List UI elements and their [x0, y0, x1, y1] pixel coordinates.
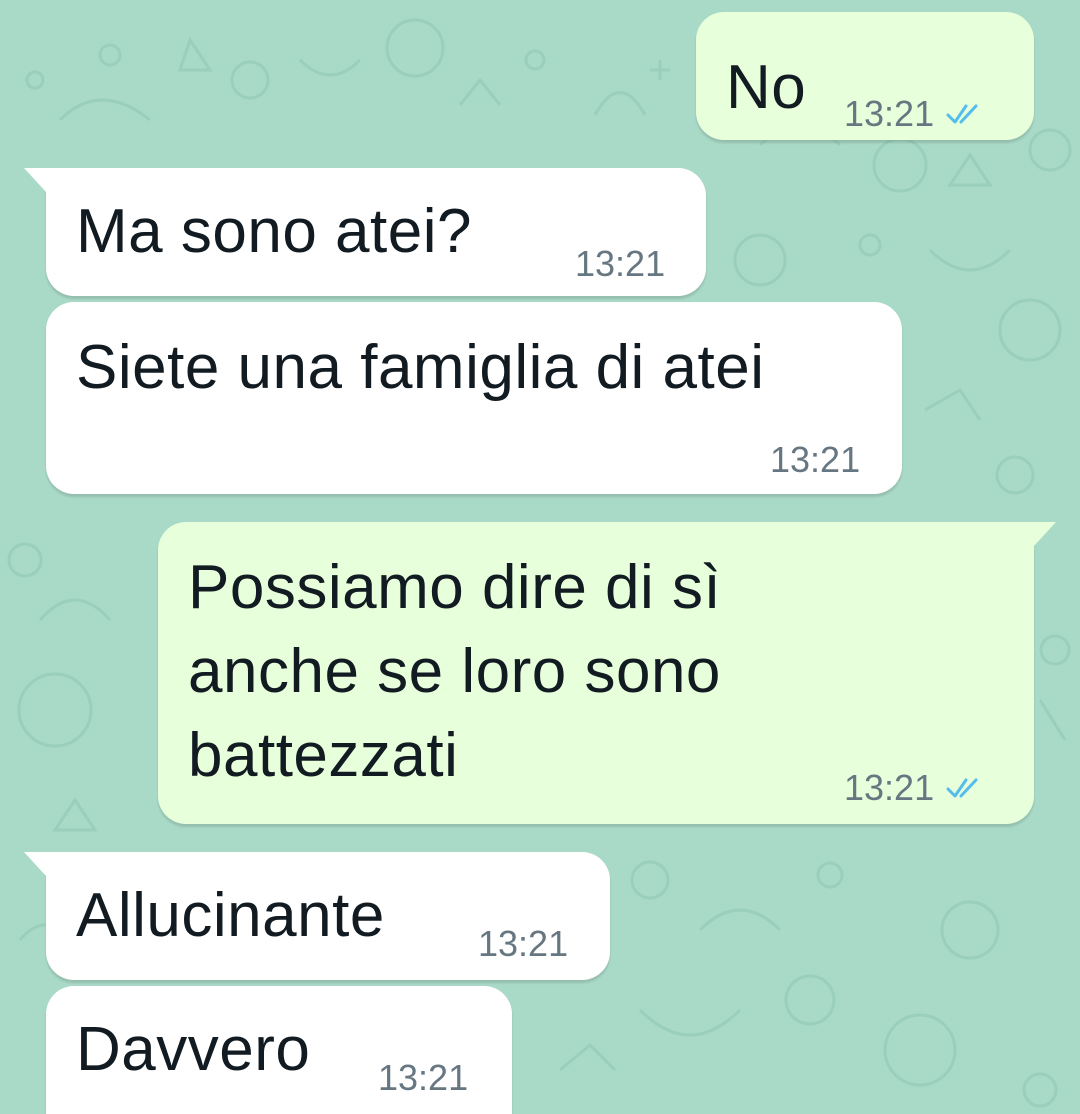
- double-check-icon: [946, 104, 978, 124]
- message-meta: 13:21: [478, 924, 568, 964]
- message-bubble-incoming[interactable]: Allucinante 13:21: [24, 852, 610, 980]
- message-text: Siete una famiglia di atei: [76, 333, 765, 402]
- message-bubble-incoming[interactable]: Davvero 13:21: [46, 986, 512, 1114]
- bubble-tail: [24, 168, 46, 192]
- bubble-tail: [24, 852, 46, 876]
- message-time: 13:21: [844, 93, 935, 134]
- bubble-tail: [1034, 522, 1056, 546]
- message-bubble-outgoing[interactable]: Possiamo dire di sì anche se loro sono b…: [158, 522, 1056, 824]
- message-text: Allucinante: [76, 881, 385, 950]
- message-time: 13:21: [770, 439, 861, 480]
- double-check-icon: [946, 778, 978, 798]
- message-bubble-outgoing[interactable]: No 13:21: [696, 12, 1034, 140]
- message-meta: 13:21: [844, 768, 988, 808]
- message-time: 13:21: [844, 767, 935, 808]
- message-meta: 13:21: [844, 94, 988, 134]
- message-text-line: battezzati: [188, 721, 459, 790]
- message-text-line: anche se loro sono: [188, 637, 721, 706]
- message-time: 13:21: [378, 1057, 469, 1098]
- message-meta: 13:21: [378, 1058, 468, 1098]
- message-time: 13:21: [478, 923, 569, 964]
- message-meta: 13:21: [575, 244, 665, 284]
- message-text: Ma sono atei?: [76, 197, 472, 266]
- chat-conversation: No 13:21 Ma sono atei? 13:21 Siete una f…: [0, 0, 1080, 1114]
- message-time: 13:21: [575, 243, 666, 284]
- message-text: Davvero: [76, 1015, 311, 1084]
- message-text-line: Possiamo dire di sì: [188, 553, 722, 622]
- message-text: No: [726, 53, 807, 122]
- message-bubble-incoming[interactable]: Siete una famiglia di atei 13:21: [46, 302, 902, 494]
- message-bubble-incoming[interactable]: Ma sono atei? 13:21: [24, 168, 706, 296]
- message-meta: 13:21: [770, 440, 860, 480]
